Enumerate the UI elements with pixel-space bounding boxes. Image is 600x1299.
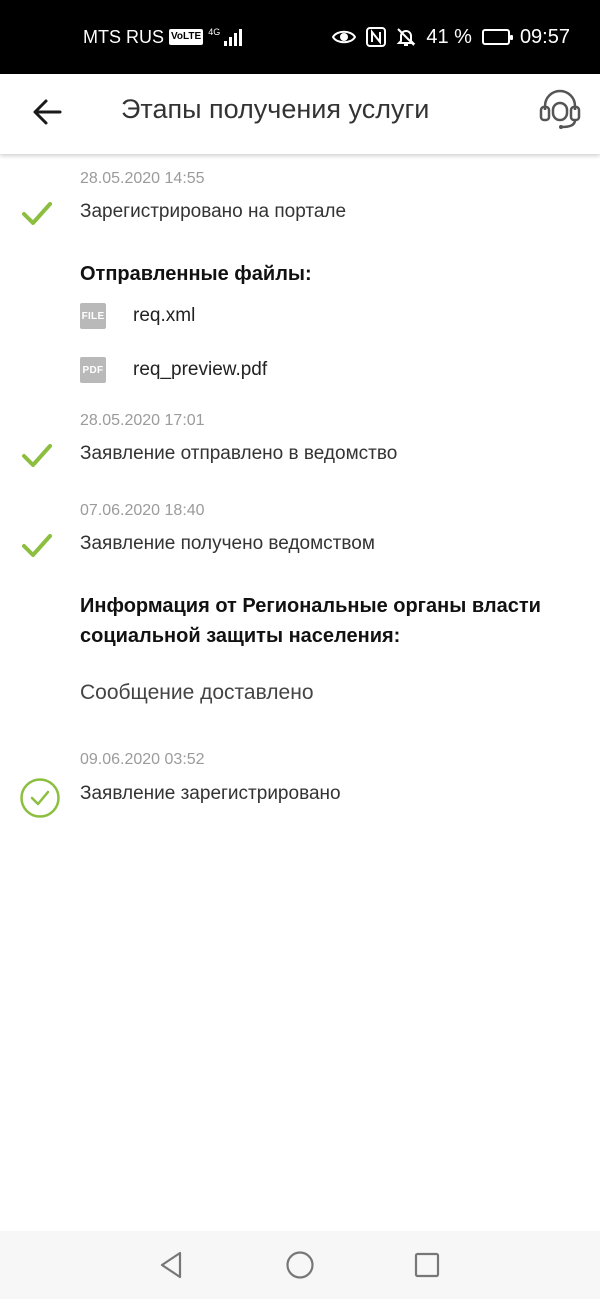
step-timestamp: 28.05.2020 17:01 bbox=[80, 412, 205, 429]
status-bar: MTS RUS VoLTE 4G 41 % 09:57 bbox=[0, 0, 600, 74]
signal-icon: 4G bbox=[208, 27, 243, 46]
page-title: Этапы получения услуги bbox=[121, 94, 430, 124]
files-heading: Отправленные файлы: bbox=[80, 263, 312, 285]
step-text: Заявление отправлено в ведомство bbox=[80, 443, 398, 464]
muted-bell-icon bbox=[396, 28, 416, 46]
file-name: req_preview.pdf bbox=[133, 359, 268, 380]
step-text: Заявление зарегистрировано bbox=[80, 783, 341, 804]
status-right: 41 % 09:57 bbox=[332, 26, 570, 49]
info-message: Сообщение доставлено bbox=[80, 681, 314, 704]
status-left: MTS RUS VoLTE 4G bbox=[83, 26, 243, 48]
check-icon bbox=[22, 444, 52, 467]
clock: 09:57 bbox=[519, 25, 570, 48]
file-item-req-xml[interactable]: FILE req.xml bbox=[80, 301, 195, 331]
info-heading-line2: социальной защиты населения: bbox=[80, 625, 401, 647]
file-icon: FILE bbox=[80, 303, 106, 329]
system-nav-bar bbox=[0, 1231, 600, 1299]
volte-badge: VoLTE bbox=[169, 29, 204, 45]
info-heading-line1: Информация от Региональные органы власти bbox=[80, 595, 541, 617]
battery-percent: 41 % bbox=[426, 25, 472, 48]
network-type: 4G bbox=[208, 27, 221, 37]
eye-icon bbox=[332, 30, 357, 44]
check-icon bbox=[22, 202, 52, 225]
file-name: req.xml bbox=[133, 305, 196, 326]
step-text: Заявление получено ведомством bbox=[80, 533, 375, 554]
check-icon bbox=[22, 534, 52, 557]
step-timestamp: 28.05.2020 14:55 bbox=[80, 170, 205, 187]
battery-icon bbox=[481, 29, 513, 45]
step-text: Зарегистрировано на портале bbox=[80, 201, 347, 222]
step-timestamp: 09.06.2020 03:52 bbox=[80, 751, 205, 768]
app-bar: Этапы получения услуги bbox=[0, 74, 600, 154]
step-timestamp: 07.06.2020 18:40 bbox=[80, 502, 205, 519]
pdf-icon: PDF bbox=[80, 357, 106, 383]
back-arrow-icon[interactable] bbox=[28, 92, 68, 132]
headset-support-icon[interactable] bbox=[538, 86, 582, 130]
carrier-name: MTS RUS bbox=[83, 26, 164, 47]
file-item-req-preview-pdf[interactable]: PDF req_preview.pdf bbox=[80, 355, 267, 385]
nfc-icon bbox=[366, 27, 387, 47]
nav-recents-icon[interactable] bbox=[411, 1249, 443, 1281]
nav-back-icon[interactable] bbox=[156, 1249, 188, 1281]
circle-check-icon bbox=[20, 778, 60, 818]
nav-home-icon[interactable] bbox=[284, 1249, 316, 1281]
